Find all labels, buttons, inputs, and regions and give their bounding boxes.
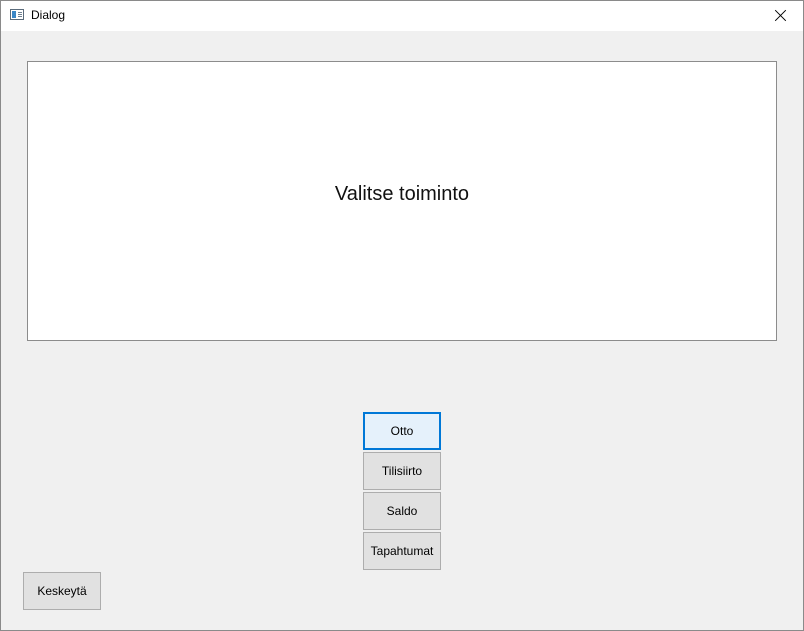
window-title: Dialog: [31, 8, 66, 22]
cancel-button[interactable]: Keskeytä: [23, 572, 101, 610]
info-panel: Valitse toiminto: [27, 61, 777, 341]
otto-button[interactable]: Otto: [363, 412, 441, 450]
saldo-button[interactable]: Saldo: [363, 492, 441, 530]
title-bar[interactable]: Dialog: [1, 1, 803, 31]
dialog-window: Dialog Valitse toiminto Otto Tilisiirto …: [0, 0, 804, 631]
info-text: Valitse toiminto: [334, 182, 470, 205]
close-icon[interactable]: [757, 1, 803, 31]
window-app-icon: [10, 9, 24, 20]
tapahtumat-button[interactable]: Tapahtumat: [363, 532, 441, 570]
tilisiirto-button[interactable]: Tilisiirto: [363, 452, 441, 490]
